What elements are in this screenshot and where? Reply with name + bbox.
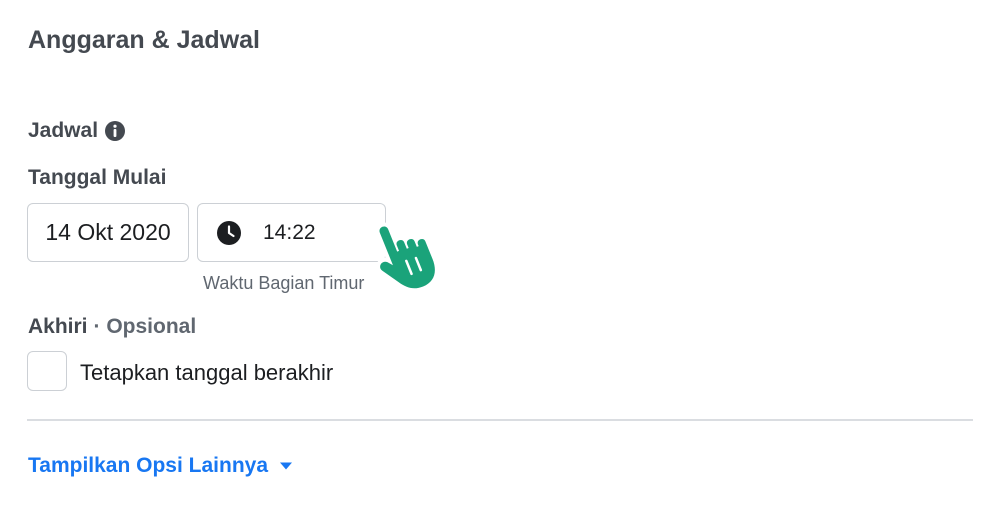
schedule-label-row: Jadwal (28, 119, 126, 143)
budget-schedule-panel: Anggaran & Jadwal Jadwal Tanggal Mulai 1… (0, 0, 1000, 511)
timezone-label: Waktu Bagian Timur (203, 273, 365, 293)
set-end-date-label[interactable]: Tetapkan tanggal berakhir (80, 360, 333, 386)
schedule-label: Jadwal (28, 119, 99, 142)
end-date-label-row: Akhiri · Opsional (28, 315, 196, 339)
caret-down-icon (279, 461, 293, 471)
optional-label: · Opsional (93, 315, 197, 338)
end-date-label: Akhiri (28, 315, 88, 338)
set-end-date-checkbox[interactable] (27, 351, 67, 391)
show-more-options-link[interactable]: Tampilkan Opsi Lainnya (28, 454, 293, 478)
start-date-label-text: Tanggal Mulai (28, 166, 167, 189)
start-date-field[interactable]: 14 Okt 2020 (27, 203, 189, 262)
section-title: Anggaran & Jadwal (28, 26, 260, 54)
section-divider (27, 419, 973, 421)
start-date-label: Tanggal Mulai (28, 166, 166, 190)
start-time-field[interactable]: 14:22 (197, 203, 386, 262)
start-date-value: 14 Okt 2020 (45, 219, 171, 245)
show-more-options-label: Tampilkan Opsi Lainnya (28, 454, 269, 477)
clock-icon (216, 220, 242, 246)
start-time-value: 14:22 (263, 220, 316, 244)
pointer-hand-icon (370, 213, 450, 295)
info-icon[interactable] (104, 120, 126, 142)
